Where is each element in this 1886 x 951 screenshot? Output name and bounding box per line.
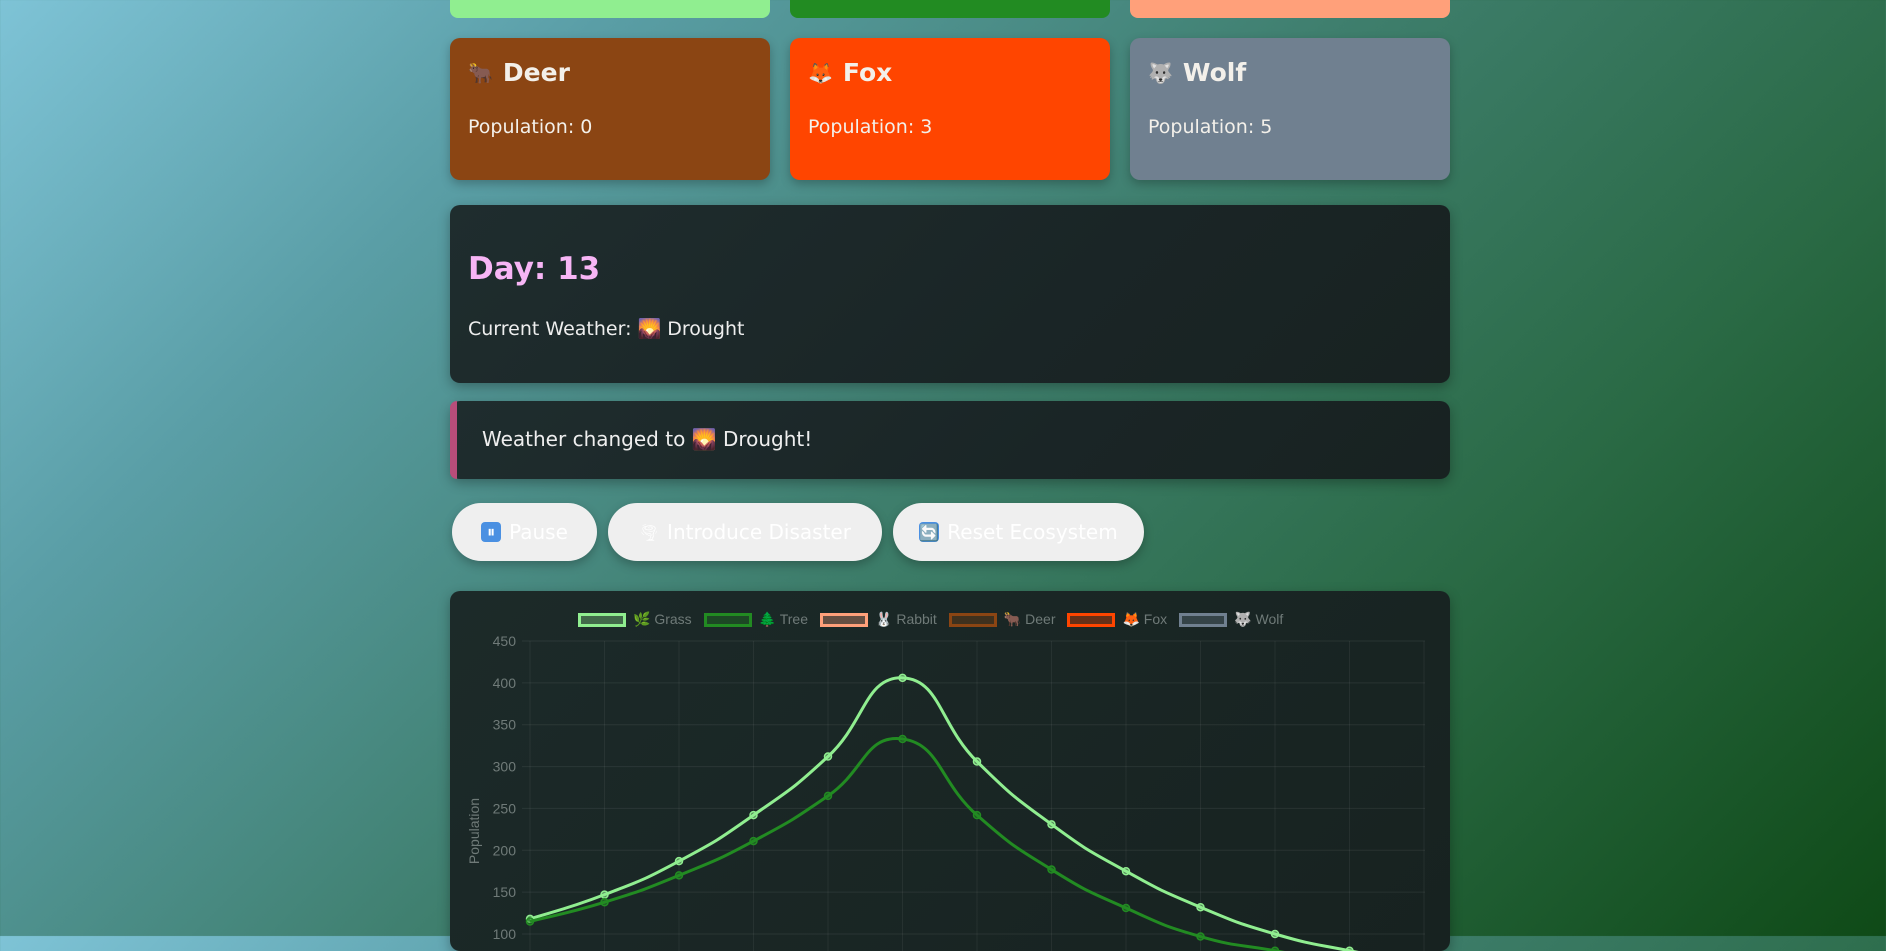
data-point (674, 871, 684, 880)
y-tick-label: 200 (493, 842, 517, 858)
data-point (898, 734, 907, 744)
notice-suffix: Drought! (722, 427, 813, 451)
y-tick-label: 150 (493, 884, 517, 900)
data-point (674, 856, 684, 866)
species-name: Deer (502, 58, 570, 87)
legend-item[interactable]: 🦊 Fox (1067, 611, 1167, 628)
y-tick-label: 250 (493, 800, 517, 816)
data-point (600, 897, 609, 907)
species-card-deer: 🐂 Deer Population: 0 (450, 38, 770, 180)
species-title: 🦊 Fox (808, 58, 892, 87)
legend-label: 🐺 Wolf (1234, 611, 1284, 627)
population-chart: 🌿 Grass 🌲 Tree 🐰 Rabbit 🐂 Deer 🦊 Fox 🐺 Wolf 4… (450, 591, 1450, 951)
notice-accent (450, 401, 457, 479)
species-name: Fox (842, 58, 893, 87)
pause-label: Pause (509, 520, 568, 544)
y-axis-label: Population (466, 798, 482, 864)
legend-label: 🌿 Grass (633, 611, 692, 627)
species-title: 🐺 Wolf (1148, 58, 1246, 87)
legend-item[interactable]: 🐰 Rabbit (820, 611, 937, 628)
y-tick-label: 400 (493, 675, 517, 691)
notice-text: Weather changed to 🌄 Drought! (482, 427, 812, 451)
legend-swatch (1067, 612, 1116, 627)
y-tick-label: 450 (493, 633, 517, 649)
y-tick-label: 350 (493, 717, 517, 733)
legend-swatch (703, 612, 752, 627)
weather-icon: 🌄 (691, 427, 717, 451)
data-point (749, 810, 758, 820)
legend-label: 🐰 Rabbit (875, 611, 937, 627)
event-notice: Weather changed to 🌄 Drought! (450, 401, 1450, 479)
species-name: Wolf (1182, 58, 1247, 87)
species-population: Population: 0 (468, 116, 593, 138)
introduce-disaster-button[interactable]: 🌪 Introduce Disaster (608, 503, 882, 561)
data-point (1196, 902, 1205, 912)
data-point (1047, 820, 1056, 829)
reset-icon: 🔄 (919, 522, 940, 542)
data-point (972, 757, 982, 766)
legend-label: 🦊 Fox (1122, 611, 1168, 627)
fox-icon: 🦊 (808, 60, 833, 85)
data-point (749, 836, 758, 846)
deer-icon: 🐂 (468, 60, 493, 85)
data-point (1270, 946, 1280, 951)
wolf-icon: 🐺 (1148, 60, 1173, 85)
data-point (1121, 866, 1131, 876)
legend-swatch (820, 612, 869, 627)
species-card-wolf: 🐺 Wolf Population: 5 (1130, 38, 1450, 180)
legend-swatch (948, 612, 997, 627)
reset-label: Reset Ecosystem (947, 520, 1118, 544)
y-tick-label: 100 (493, 926, 517, 942)
data-point (823, 752, 833, 761)
chart-svg: 450 400 350 300 250 200 150 100 Population (466, 633, 1425, 951)
chart-legend: 🌿 Grass 🌲 Tree 🐰 Rabbit 🐂 Deer 🦊 Fox 🐺 Wolf (578, 611, 1287, 628)
data-point (972, 810, 982, 820)
species-population: Population: 3 (808, 116, 933, 138)
species-title: 🐂 Deer (468, 58, 570, 87)
notice-prefix: Weather changed to (482, 427, 686, 451)
data-point (525, 917, 535, 926)
weather-value: Drought (667, 318, 745, 340)
disaster-label: Introduce Disaster (667, 520, 851, 544)
data-point (600, 890, 609, 899)
legend-swatch (1179, 612, 1228, 627)
data-point (823, 791, 833, 801)
current-weather: Current Weather: 🌄 Drought (468, 317, 744, 340)
weather-label: Current Weather: (468, 318, 632, 340)
legend-swatch (578, 612, 626, 627)
legend-item[interactable]: 🌲 Tree (703, 611, 809, 628)
data-point (1121, 903, 1131, 913)
legend-label: 🐂 Deer (1003, 611, 1056, 627)
y-tick-label: 300 (493, 759, 517, 775)
data-point (1047, 865, 1056, 874)
legend-label: 🌲 Tree (758, 611, 809, 627)
grass-card-partial (450, 0, 770, 18)
tree-card-partial (790, 0, 1110, 18)
legend-item[interactable]: 🐂 Deer (948, 611, 1056, 628)
data-point (898, 673, 907, 683)
tornado-icon: 🌪 (638, 522, 660, 542)
rabbit-card-partial (1130, 0, 1450, 18)
species-card-fox: 🦊 Fox Population: 3 (790, 38, 1110, 180)
weather-icon: 🌄 (637, 318, 662, 340)
day-counter: Day: 13 (468, 251, 601, 287)
legend-item[interactable]: 🌿 Grass (578, 611, 692, 628)
pause-icon: ⏸ (481, 522, 502, 542)
species-population: Population: 5 (1148, 116, 1273, 138)
pause-button[interactable]: ⏸ Pause (452, 503, 597, 561)
legend-item[interactable]: 🐺 Wolf (1179, 611, 1283, 628)
data-point (1196, 932, 1205, 941)
reset-ecosystem-button[interactable]: 🔄 Reset Ecosystem (893, 503, 1144, 561)
data-point (1270, 929, 1280, 939)
data-point (1345, 946, 1354, 951)
status-panel: Day: 13 Current Weather: 🌄 Drought (450, 205, 1450, 383)
